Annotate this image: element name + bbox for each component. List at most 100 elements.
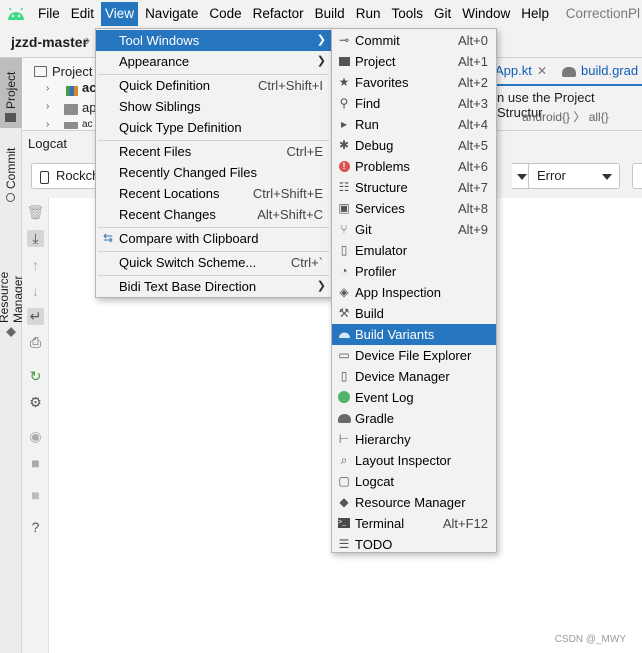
tool-window-commit[interactable]: ⊸ Commit Alt+0 — [332, 30, 496, 51]
tool-window-logcat[interactable]: ▢ Logcat — [332, 471, 496, 492]
view-menu-recent-changes[interactable]: Recent Changes Alt+Shift+C — [96, 204, 331, 225]
chevron-right-icon: ❯ — [316, 34, 326, 46]
video-icon[interactable]: ■ — [27, 454, 44, 471]
tool-window-profiler[interactable]: ◔ Profiler — [332, 261, 496, 282]
menu-edit[interactable]: Edit — [67, 2, 98, 26]
menu-item-label: Recent Files — [119, 144, 192, 159]
view-menu-quick-type-definition[interactable]: Quick Type Definition — [96, 117, 331, 138]
menu-tools[interactable]: Tools — [387, 2, 427, 26]
tool-window-device-file-explorer[interactable]: ▭ Device File Explorer — [332, 345, 496, 366]
stripe-project-button[interactable]: Project — [0, 58, 22, 128]
menu-item-shortcut: Alt+5 — [458, 138, 488, 153]
menu-view[interactable]: View — [101, 2, 139, 26]
tool-window-run[interactable]: ▸ Run Alt+4 — [332, 114, 496, 135]
help-icon[interactable]: ? — [27, 518, 44, 535]
log-level-value: Error — [537, 168, 566, 183]
view-menu-compare-clipboard[interactable]: ⇆ Compare with Clipboard — [96, 228, 331, 249]
tool-window-project[interactable]: Project Alt+1 — [332, 51, 496, 72]
close-icon[interactable]: ✕ — [537, 64, 547, 78]
tool-window-structure[interactable]: ☷ Structure Alt+7 — [332, 177, 496, 198]
menu-build[interactable]: Build — [311, 2, 349, 26]
tool-window-resource-manager[interactable]: ◆ Resource Manager — [332, 492, 496, 513]
device-manager-icon: ▯ — [340, 368, 348, 383]
view-menu-tool-windows[interactable]: Tool Windows ❯ — [96, 30, 331, 51]
arrow-down-icon[interactable]: ↓ — [27, 282, 44, 299]
menu-item-shortcut: Alt+3 — [458, 96, 488, 111]
menu-item-label: Terminal — [355, 516, 405, 531]
menu-navigate[interactable]: Navigate — [141, 2, 202, 26]
stop-icon[interactable]: ■ — [27, 486, 44, 503]
menu-item-label: Layout Inspector — [355, 453, 452, 468]
soft-wrap-icon[interactable]: ↵ — [27, 308, 44, 325]
tool-window-problems[interactable]: ! Problems Alt+6 — [332, 156, 496, 177]
view-menu-appearance[interactable]: Appearance ❯ — [96, 51, 331, 72]
menu-item-shortcut: Alt+0 — [458, 33, 488, 48]
stripe-commit-label: Commit — [4, 147, 18, 189]
menu-item-label: Resource Manager — [355, 495, 466, 510]
folder-icon — [64, 104, 78, 115]
watermark: CSDN @_MWY — [554, 634, 626, 645]
tool-window-hierarchy[interactable]: ⊢ Hierarchy — [332, 429, 496, 450]
menu-refactor[interactable]: Refactor — [249, 2, 308, 26]
menu-item-label: Recent Changes — [119, 207, 216, 222]
tree-row-3[interactable]: ac — [82, 119, 93, 129]
editor-tab-app-kt[interactable]: App.kt — [495, 60, 532, 84]
menu-window[interactable]: Window — [458, 2, 514, 26]
menu-run[interactable]: Run — [352, 2, 385, 26]
folder-icon — [64, 122, 78, 129]
project-panel-title[interactable]: Project — [52, 64, 92, 79]
arrow-up-icon[interactable]: ↑ — [27, 256, 44, 273]
editor-tab-label: build.grad — [581, 63, 639, 78]
chevron-down-icon — [602, 174, 612, 180]
chevron-right-icon[interactable]: › — [46, 83, 49, 94]
menu-git[interactable]: Git — [430, 2, 455, 26]
menu-file[interactable]: File — [34, 2, 64, 26]
view-menu-recent-locations[interactable]: Recent Locations Ctrl+Shift+E — [96, 183, 331, 204]
view-menu-recent-files[interactable]: Recent Files Ctrl+E — [96, 141, 331, 162]
menu-item-label: Recent Locations — [119, 186, 220, 201]
menu-help[interactable]: Help — [517, 2, 553, 26]
bug-icon: ✱ — [338, 137, 350, 152]
tool-window-app-inspection[interactable]: ◈ App Inspection — [332, 282, 496, 303]
view-menu-quick-definition[interactable]: Quick Definition Ctrl+Shift+I — [96, 75, 331, 96]
gradle-icon — [562, 66, 576, 77]
tool-window-git[interactable]: ⑂ Git Alt+9 — [332, 219, 496, 240]
tool-window-favorites[interactable]: ★ Favorites Alt+2 — [332, 72, 496, 93]
breadcrumb-project[interactable]: jzzd-master — [11, 34, 88, 50]
view-menu-recently-changed-files[interactable]: Recently Changed Files — [96, 162, 331, 183]
logcat-search-input[interactable] — [632, 163, 642, 189]
tool-window-debug[interactable]: ✱ Debug Alt+5 — [332, 135, 496, 156]
tool-window-build[interactable]: ⚒ Build — [332, 303, 496, 324]
gear-icon[interactable]: ⚙ — [27, 394, 44, 411]
view-menu-show-siblings[interactable]: Show Siblings — [96, 96, 331, 117]
tool-window-terminal[interactable]: >_ Terminal Alt+F12 — [332, 513, 496, 534]
tool-window-gradle[interactable]: Gradle — [332, 408, 496, 429]
tool-window-layout-inspector[interactable]: ⌕ Layout Inspector — [332, 450, 496, 471]
tool-window-emulator[interactable]: ▯ Emulator — [332, 240, 496, 261]
chevron-right-icon[interactable]: › — [46, 101, 49, 112]
tool-window-event-log[interactable]: Event Log — [332, 387, 496, 408]
stripe-resource-manager-button[interactable]: Resource Manager — [0, 218, 25, 343]
inspection-icon: ◈ — [339, 284, 349, 299]
tool-window-build-variants[interactable]: Build Variants — [332, 324, 496, 345]
tool-window-todo[interactable]: ☰ TODO — [332, 534, 496, 555]
stripe-commit-button[interactable]: Commit — [0, 138, 22, 208]
view-menu-quick-switch-scheme[interactable]: Quick Switch Scheme... Ctrl+` — [96, 252, 331, 273]
editor-tab-build-gradle[interactable]: build.grad — [562, 60, 638, 84]
device-selector[interactable]: Rockch — [31, 163, 101, 189]
chevron-right-icon[interactable]: › — [46, 119, 49, 130]
trash-icon[interactable]: 🗑 — [27, 204, 45, 221]
menu-code[interactable]: Code — [205, 2, 245, 26]
services-icon: ▣ — [338, 200, 350, 215]
tool-window-services[interactable]: ▣ Services Alt+8 — [332, 198, 496, 219]
menu-item-label: Services — [355, 201, 405, 216]
scroll-to-end-icon[interactable]: ⤓ — [27, 230, 44, 247]
restart-icon[interactable]: ↻ — [27, 368, 44, 385]
tool-window-find[interactable]: ⚲ Find Alt+3 — [332, 93, 496, 114]
tool-window-device-manager[interactable]: ▯ Device Manager — [332, 366, 496, 387]
menu-item-label: Compare with Clipboard — [119, 231, 259, 246]
print-icon[interactable]: ⎙ — [27, 334, 44, 351]
log-level-selector[interactable]: Error — [528, 163, 620, 189]
view-menu-bidi-text[interactable]: Bidi Text Base Direction ❯ — [96, 276, 331, 297]
camera-icon[interactable]: ◉ — [27, 428, 44, 445]
